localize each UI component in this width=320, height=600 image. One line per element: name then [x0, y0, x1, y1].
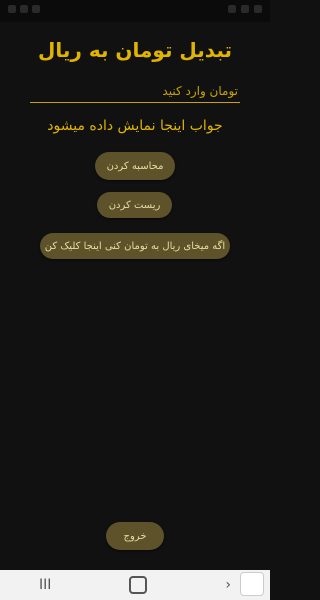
back-icon[interactable]: › [225, 577, 231, 593]
toman-input[interactable] [30, 80, 240, 102]
page-title: تبدیل تومان به ریال [37, 38, 232, 62]
reset-button[interactable]: ریست کردن [97, 192, 172, 218]
status-icons-left [8, 5, 40, 13]
toman-input-wrapper [30, 80, 240, 103]
store-logo-icon [240, 572, 264, 596]
calculate-button[interactable]: محاسبه کردن [95, 152, 175, 180]
exit-button[interactable]: خروج [106, 522, 164, 550]
recents-icon[interactable]: III [39, 577, 51, 593]
rial-to-toman-button[interactable]: اگه میخای ریال به تومان کنی اینجا کلیک ک… [40, 233, 230, 259]
home-icon[interactable] [129, 576, 148, 594]
answer-text: جواب اینجا نمایش داده میشود [47, 118, 223, 134]
status-icons-right [228, 5, 262, 13]
navigation-bar: III › [0, 570, 270, 600]
status-bar [0, 0, 270, 22]
